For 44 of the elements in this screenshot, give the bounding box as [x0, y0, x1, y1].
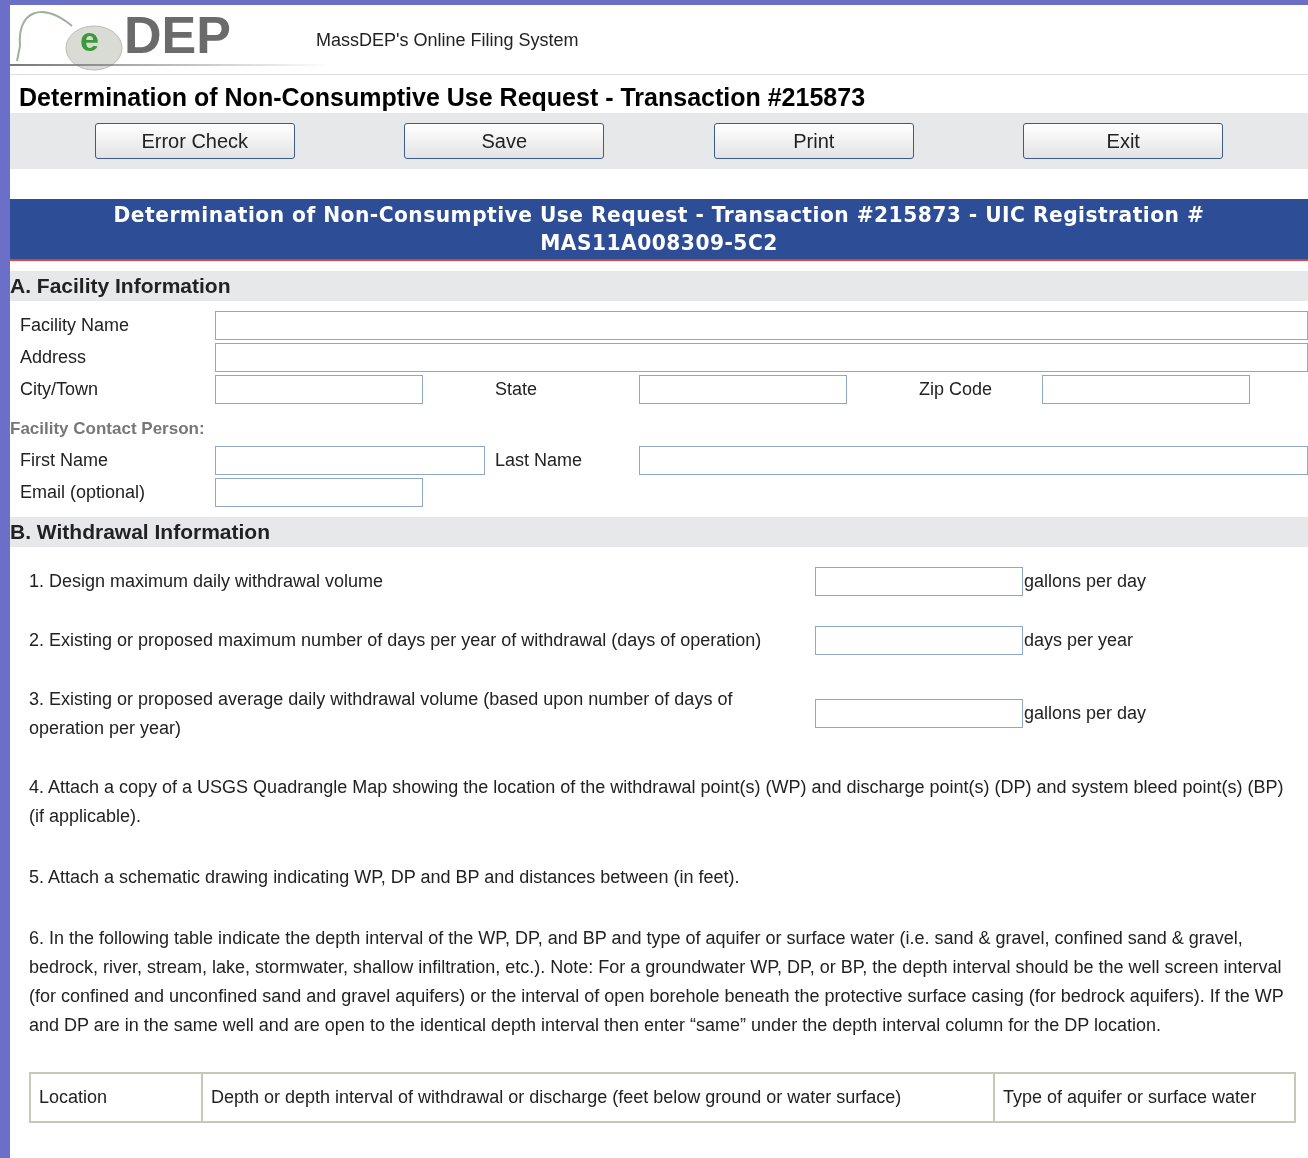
toolbar-button[interactable]: Save	[404, 123, 605, 159]
input-field[interactable]	[639, 375, 847, 404]
page-title: Determination of Non-Consumptive Use Request - Transaction #215873	[19, 82, 867, 113]
contact-heading: Facility Contact Person:	[10, 418, 206, 440]
field-label: State	[495, 378, 539, 401]
input-field[interactable]	[215, 375, 423, 404]
input-field[interactable]	[639, 445, 1308, 475]
field-label: Zip Code	[919, 378, 994, 401]
input-field[interactable]	[815, 699, 1023, 728]
banner-title: Determination of Non-Consumptive Use Request - Transaction #215873 - UIC Registration #	[112, 201, 1206, 229]
toolbar-button[interactable]: Print	[713, 123, 914, 159]
field-label: First Name	[20, 448, 109, 472]
input-field[interactable]	[215, 311, 1308, 340]
toolbar-button[interactable]: Exit	[1023, 123, 1224, 159]
question-text: 1. Design maximum daily withdrawal volume	[29, 569, 385, 593]
banner-title: MAS11A008309-5C2	[539, 229, 779, 257]
input-field[interactable]	[1042, 375, 1250, 404]
input-field[interactable]	[815, 625, 1023, 655]
input-field[interactable]	[215, 343, 1308, 372]
section-header: A. Facility Information	[10, 271, 1308, 301]
question-text: 2. Existing or proposed maximum number of days per year of withdrawal (days of operation)	[29, 628, 763, 652]
column-header: Type of aquifer or surface water	[994, 1072, 1295, 1122]
unit-label: gallons per day	[1023, 702, 1147, 725]
column-header: Depth or depth interval of withdrawal or discharge (feet below ground or water surface)	[202, 1072, 994, 1122]
logo-wordmark: DEP	[124, 9, 231, 61]
input-field[interactable]	[215, 477, 423, 507]
field-label: Email (optional)	[20, 480, 147, 504]
field-label: Last Name	[495, 448, 584, 472]
instruction-text: 4. Attach a copy of a USGS Quadrangle Map showing the location of the withdrawal point(s) (WP) and discharge point(s) (DP) and system bleed point(s) (BP) (if applicable).	[29, 775, 1285, 828]
field-label: Address	[20, 346, 88, 369]
unit-label: gallons per day	[1023, 569, 1147, 593]
logo-letter: e	[80, 22, 99, 56]
instruction-text: 5. Attach a schematic drawing indicating WP, DP and BP and distances between (in feet).	[29, 865, 741, 889]
input-field[interactable]	[215, 445, 485, 475]
toolbar-button[interactable]: Error Check	[94, 123, 295, 159]
tagline: MassDEP's Online Filing System	[316, 29, 579, 52]
field-label: City/Town	[20, 378, 100, 401]
instruction-text: 6. In the following table indicate the depth interval of the WP, DP, and BP and type of aquifer or surface water (i.e. sand & gravel, confined sand & gravel, bedrock, river, stream, lake, stormwater, shallow infiltration, etc.). Note: For a groundwater WP, DP, or BP, the depth interval should be the well screen interval (for confined and unconfined sand and gravel aquifers) or the interval of open borehole beneath the protective surface casing (for bedrock aquifers). If the WP and DP are in the same well and are open to the identical depth interval then enter “same” under the depth interval column for the DP location.	[29, 926, 1285, 1037]
field-label: Facility Name	[20, 314, 131, 337]
input-field[interactable]	[815, 566, 1023, 596]
question-text: 3. Existing or proposed average daily withdrawal volume (based upon number of days of operation per year)	[29, 687, 734, 740]
section-header: B. Withdrawal Information	[10, 516, 1308, 547]
column-header: Location	[30, 1072, 202, 1122]
unit-label: days per year	[1023, 628, 1134, 652]
